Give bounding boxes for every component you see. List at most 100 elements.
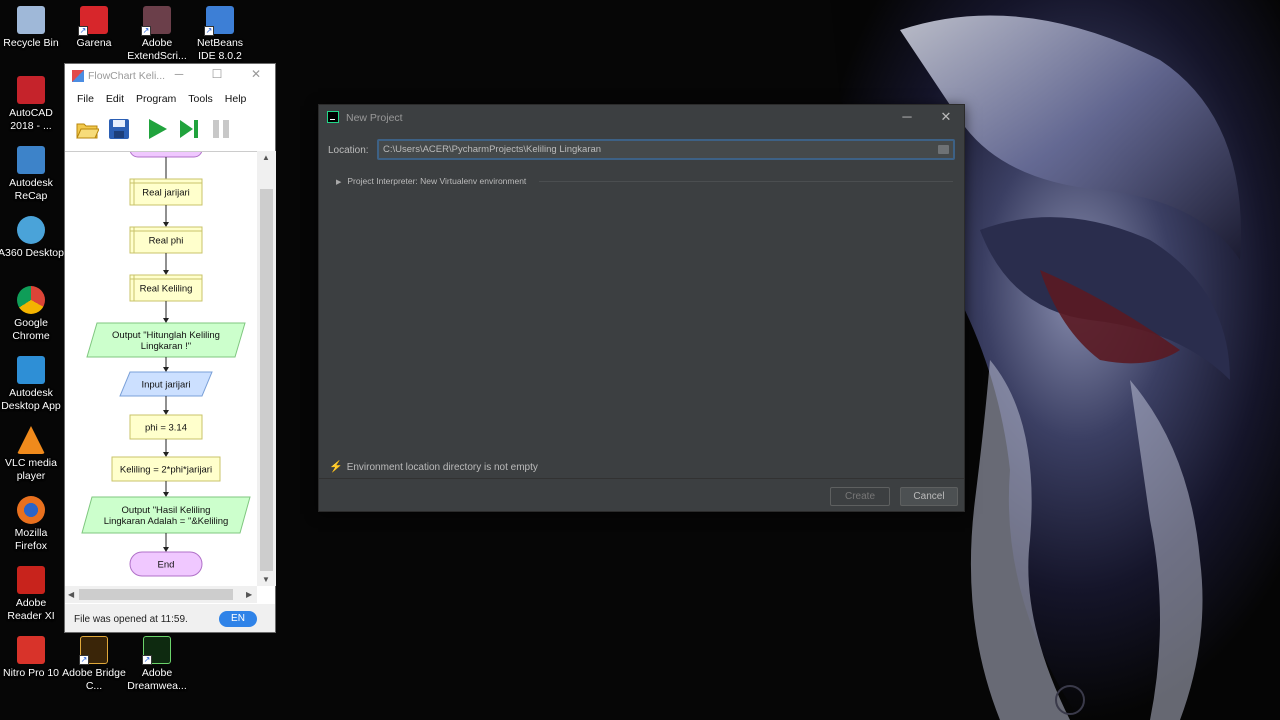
desktop-icon-recycle-bin[interactable]: Recycle Bin [0, 6, 64, 50]
dialog-titlebar[interactable]: New Project ─ ✕ [319, 105, 964, 130]
status-message: File was opened at 11:59. [74, 614, 188, 625]
close-icon[interactable]: ✕ [246, 67, 266, 81]
horizontal-scrollbar[interactable]: ◀ ▶ [65, 586, 257, 603]
language-badge[interactable]: EN [219, 611, 257, 627]
flowchart-start-node [129, 152, 203, 158]
folder-browse-icon[interactable] [938, 145, 949, 154]
menu-tools[interactable]: Tools [182, 93, 219, 105]
desktop-icon-label: Google Chrome [12, 317, 50, 342]
desktop-icon-adobe-bridge[interactable]: ↗ Adobe Bridge C... [61, 636, 127, 693]
cancel-button[interactable]: Cancel [900, 487, 958, 506]
desktop-icon-label: Adobe Reader XI [7, 597, 55, 622]
desktop-icon-garena[interactable]: ↗ Garena [61, 6, 127, 50]
desktop-icon-autocad[interactable]: AutoCAD 2018 - ... [0, 76, 64, 133]
run-icon[interactable] [145, 117, 169, 141]
flowchart-node-label-line: Output "Hitunglah Keliling [112, 330, 220, 341]
desktop-icon-autodesk-desktop-app[interactable]: Autodesk Desktop App [0, 356, 64, 413]
flowchart-node-label: Real jarijari [142, 188, 190, 199]
chevron-right-icon: ▶ [336, 179, 342, 186]
desktop-icon-a360[interactable]: A360 Desktop [0, 216, 64, 260]
flowchart-arrowhead [163, 367, 169, 372]
create-button[interactable]: Create [830, 487, 890, 506]
autodesk-recap-icon [17, 146, 45, 174]
scroll-thumb[interactable] [260, 189, 273, 571]
desktop-icon-label: A360 Desktop [0, 247, 64, 259]
flowchart-node-label: phi = 3.14 [145, 423, 187, 434]
flowchart-arrowhead [163, 270, 169, 275]
warning-text: Environment location directory is not em… [346, 462, 538, 473]
menu-help[interactable]: Help [219, 93, 253, 105]
open-icon[interactable] [75, 117, 99, 141]
status-bar: File was opened at 11:59. EN [65, 604, 275, 632]
autodesk-desktop-app-icon [17, 356, 45, 384]
desktop-icon-autodesk-recap[interactable]: Autodesk ReCap [0, 146, 64, 203]
save-icon[interactable] [107, 117, 131, 141]
desktop-icon-adobe-reader[interactable]: Adobe Reader XI [0, 566, 64, 623]
desktop-icon-adobe-extendscript[interactable]: ↗ Adobe ExtendScri... [124, 6, 190, 63]
firefox-icon [17, 496, 45, 524]
menu-file[interactable]: File [71, 93, 100, 105]
desktop-icon-label: Recycle Bin [3, 37, 59, 49]
desktop-icon-netbeans[interactable]: ↗ NetBeans IDE 8.0.2 [187, 6, 253, 63]
scroll-left-icon[interactable]: ◀ [68, 590, 74, 599]
project-interpreter-toggle[interactable]: ▶ Project Interpreter: New Virtualenv env… [336, 176, 526, 186]
flowchart-arrowhead [163, 222, 169, 227]
adobe-reader-icon [17, 566, 45, 594]
flowchart-arrowhead [163, 492, 169, 497]
warning-bolt-icon: ⚡ [329, 461, 343, 473]
garena-icon: ↗ [78, 6, 108, 36]
toolbar [65, 110, 275, 148]
location-label: Location: [328, 145, 369, 156]
flowchart-window: FlowChart Keli... ─ ☐ ✕ File Edit Progra… [64, 63, 276, 633]
location-field[interactable] [377, 139, 955, 160]
a360-icon [17, 216, 45, 244]
desktop-icon-label: Mozilla Firefox [14, 527, 48, 552]
desktop-icon-label: AutoCAD 2018 - ... [9, 107, 53, 132]
step-icon[interactable] [177, 117, 201, 141]
maximize-icon[interactable]: ☐ [207, 67, 227, 81]
menu-edit[interactable]: Edit [100, 93, 130, 105]
desktop-icon-firefox[interactable]: Mozilla Firefox [0, 496, 64, 553]
desktop-icon-label: Garena [76, 37, 112, 49]
close-icon[interactable]: ✕ [936, 109, 956, 125]
flowchart-diagram: Real jarijari Real phi Real Keliling Output… [81, 152, 251, 577]
scroll-down-icon[interactable]: ▼ [262, 575, 270, 584]
dialog-title: New Project [346, 112, 403, 124]
desktop-icon-nitro-pro[interactable]: Nitro Pro 10 [0, 636, 64, 680]
new-project-dialog: New Project ─ ✕ Location: ▶ Project Inter… [318, 104, 965, 512]
menu-bar: File Edit Program Tools Help [65, 88, 275, 110]
pycharm-icon [327, 111, 339, 123]
vertical-scrollbar[interactable]: ▲ ▼ [257, 151, 276, 586]
desktop-icon-label: NetBeans IDE 8.0.2 [196, 37, 244, 62]
pause-icon[interactable] [209, 117, 233, 141]
flowchart-node-label: Real phi [149, 236, 184, 247]
chrome-icon [17, 286, 45, 314]
minimize-icon[interactable]: ─ [169, 67, 189, 81]
autocad-icon [17, 76, 45, 104]
flowchart-arrowhead [163, 547, 169, 552]
flowgorithm-app-icon [72, 70, 84, 82]
desktop-icon-label: Adobe ExtendScri... [127, 37, 187, 62]
divider [319, 478, 964, 479]
flowchart-arrowhead [163, 318, 169, 323]
vlc-icon [17, 426, 45, 454]
desktop-icon-label: Nitro Pro 10 [2, 667, 60, 679]
flowchart-node-label: Keliling = 2*phi*jarijari [120, 465, 212, 476]
divider [539, 181, 953, 182]
interpreter-label: Project Interpreter: New Virtualenv envi… [347, 176, 527, 186]
scroll-thumb[interactable] [79, 589, 233, 600]
scroll-up-icon[interactable]: ▲ [262, 153, 270, 162]
desktop-icon-adobe-dreamweaver[interactable]: ↗ Adobe Dreamwea... [124, 636, 190, 693]
flowchart-titlebar[interactable]: FlowChart Keli... ─ ☐ ✕ [65, 64, 275, 88]
desktop-icon-google-chrome[interactable]: Google Chrome [0, 286, 64, 343]
flowchart-canvas[interactable]: Real jarijari Real phi Real Keliling Output… [65, 151, 257, 586]
menu-program[interactable]: Program [130, 93, 182, 105]
desktop-icon-label: Autodesk ReCap [9, 177, 53, 202]
desktop-icon-vlc[interactable]: VLC media player [0, 426, 64, 483]
flowchart-arrowhead [163, 410, 169, 415]
adobe-dreamweaver-icon: ↗ [142, 636, 171, 665]
window-title: FlowChart Keli... [88, 70, 166, 82]
desktop-icon-label: VLC media player [5, 457, 57, 482]
scroll-right-icon[interactable]: ▶ [246, 590, 252, 599]
minimize-icon[interactable]: ─ [897, 109, 917, 124]
